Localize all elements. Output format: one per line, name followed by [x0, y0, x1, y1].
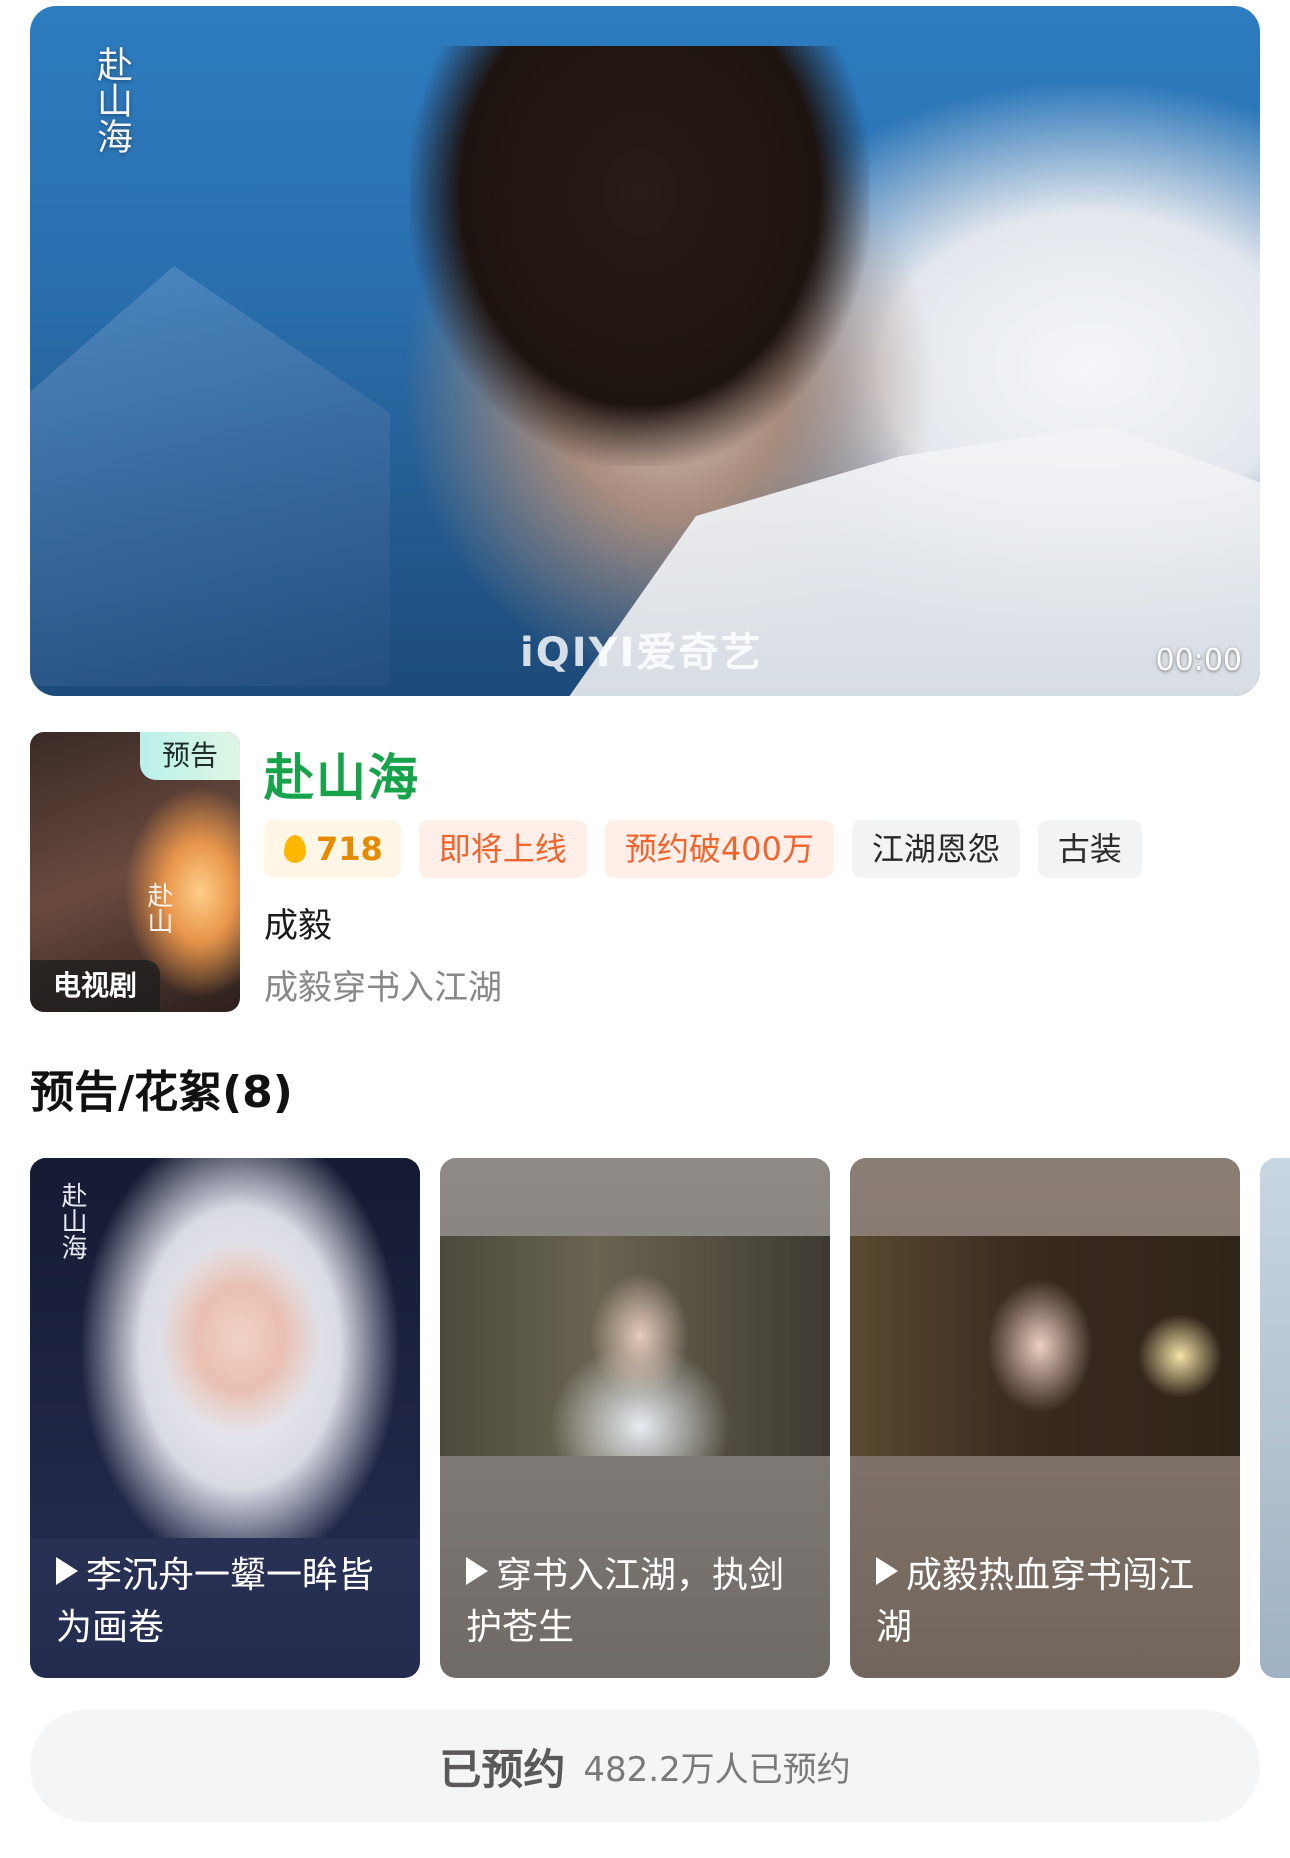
show-poster[interactable]: 赴山 预告 电视剧 [30, 732, 240, 1012]
video-player[interactable]: 赴山海 iQIYI爱奇艺 00:00 [30, 6, 1260, 696]
clip-caption: 穿书入江湖，执剑护苍生 [466, 1550, 804, 1654]
reserve-button[interactable]: 已预约 482.2万人已预约 [30, 1710, 1260, 1822]
tag-genre-costume[interactable]: 古装 [1037, 820, 1142, 878]
poster-logo: 赴山 [143, 882, 173, 934]
clip-card-partial[interactable] [1260, 1158, 1290, 1678]
clip-caption-text: 成毅热血穿书闯江湖 [876, 1555, 1195, 1648]
play-icon [876, 1557, 898, 1585]
clip-caption-text: 穿书入江湖，执剑护苍生 [466, 1555, 785, 1648]
show-logo: 赴山海 [91, 46, 132, 154]
play-icon [56, 1557, 78, 1585]
tag-genre-jianghu[interactable]: 江湖恩怨 [851, 820, 1020, 878]
clip-caption-text: 李沉舟一颦一眸皆为画卷 [56, 1555, 375, 1648]
tag-row: 718 即将上线 预约破400万 江湖恩怨 古装 [264, 820, 1142, 878]
hot-score-tag[interactable]: 718 [264, 820, 401, 878]
show-title[interactable]: 赴山海 [264, 738, 420, 810]
trailer-badge: 预告 [140, 732, 240, 780]
clip-carousel[interactable]: 赴山海 李沉舟一颦一眸皆为画卷 穿书入江湖，执剑护苍生 成毅热血穿书闯江湖 [30, 1158, 1290, 1678]
reserve-count: 482.2万人已预约 [583, 1749, 851, 1790]
cast-name[interactable]: 成毅 [264, 898, 332, 947]
scene-mountain [30, 266, 390, 686]
type-badge: 电视剧 [30, 960, 160, 1012]
clip-card[interactable]: 赴山海 李沉舟一颦一眸皆为画卷 [30, 1158, 420, 1678]
playback-time: 00:00 [1155, 643, 1242, 678]
show-description: 成毅穿书入江湖 [264, 968, 502, 1008]
clip-caption: 李沉舟一颦一眸皆为画卷 [56, 1550, 394, 1654]
play-icon [466, 1557, 488, 1585]
hot-score: 718 [316, 830, 383, 868]
tag-reservations[interactable]: 预约破400万 [604, 820, 834, 878]
tag-coming-soon[interactable]: 即将上线 [418, 820, 587, 878]
clip-card[interactable]: 穿书入江湖，执剑护苍生 [440, 1158, 830, 1678]
scene-figure [410, 46, 870, 466]
iqiyi-watermark: iQIYI爱奇艺 [520, 630, 763, 676]
flame-icon [284, 835, 306, 863]
clip-thumbnail [850, 1236, 1240, 1456]
clip-caption: 成毅热血穿书闯江湖 [876, 1550, 1214, 1654]
clip-logo: 赴山海 [57, 1182, 87, 1260]
clip-thumbnail [440, 1236, 830, 1456]
clip-card[interactable]: 成毅热血穿书闯江湖 [850, 1158, 1240, 1678]
reserve-status: 已预约 [439, 1744, 566, 1794]
section-title: 预告/花絮(8) [30, 1067, 293, 1118]
